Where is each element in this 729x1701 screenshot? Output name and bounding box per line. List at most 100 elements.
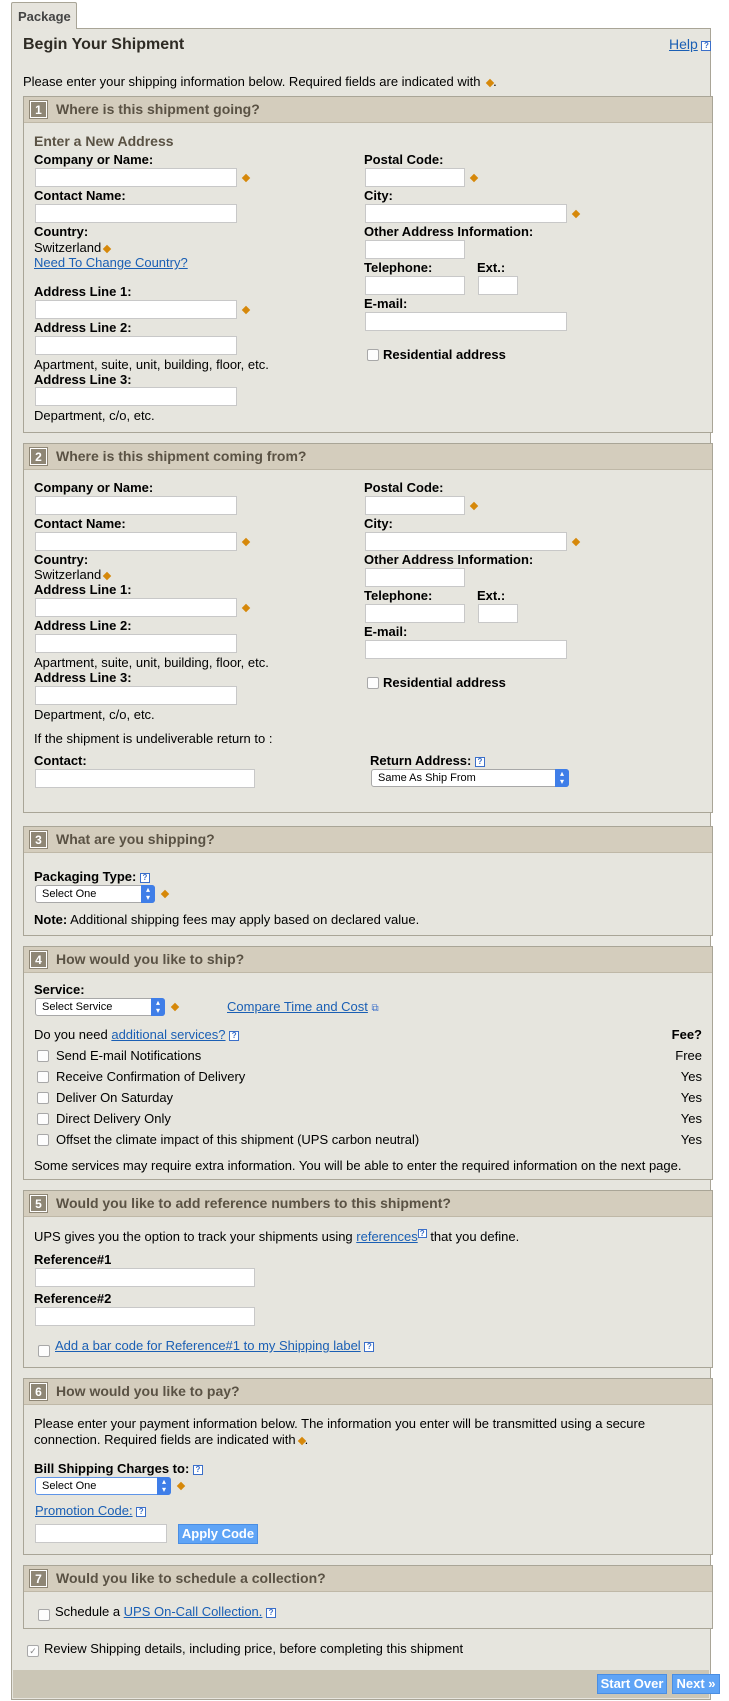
residential-checkbox[interactable] <box>367 349 379 361</box>
help-label[interactable]: Help <box>669 36 698 52</box>
postal-input[interactable] <box>365 168 465 187</box>
option-checkbox[interactable] <box>37 1092 49 1104</box>
help-icon[interactable]: ? <box>139 872 150 883</box>
packaging-value: Select One <box>42 888 97 900</box>
declared-value-note: Note: Additional shipping fees may apply… <box>34 912 419 927</box>
need-prefix: Do you need <box>34 1027 112 1042</box>
section-title: What are you shipping? <box>56 831 215 847</box>
compare-link[interactable]: Compare Time and Cost <box>227 999 368 1014</box>
promo-code-input[interactable] <box>35 1524 167 1543</box>
chevron-updown-icon: ▴ ▾ <box>151 998 165 1016</box>
reference1-input[interactable] <box>35 1268 255 1287</box>
email-input[interactable] <box>365 640 567 659</box>
contact-label: Contact Name: <box>34 188 126 203</box>
compare-time-cost[interactable]: Compare Time and Cost ⧉ <box>227 999 379 1014</box>
other-info-input[interactable] <box>365 568 465 587</box>
barcode-option: Add a bar code for Reference#1 to my Shi… <box>55 1338 375 1353</box>
return-contact-label: Contact: <box>34 753 87 768</box>
country-text: Switzerland <box>34 240 102 255</box>
address1-label: Address Line 1: <box>34 284 132 299</box>
country-text: Switzerland <box>34 567 102 582</box>
packaging-select[interactable]: Select One ▴ ▾ <box>35 885 155 903</box>
start-over-button[interactable]: Start Over <box>597 1674 667 1694</box>
address3-hint: Department, c/o, etc. <box>34 408 155 423</box>
option-fee: Yes <box>680 1069 702 1084</box>
help-icon[interactable]: ? <box>192 1464 203 1475</box>
other-info-input[interactable] <box>365 240 465 259</box>
option-label: Receive Confirmation of Delivery <box>56 1069 246 1084</box>
help-icon[interactable]: ? <box>364 1341 375 1352</box>
option-checkbox[interactable] <box>37 1071 49 1083</box>
section-title: Would you like to add reference numbers … <box>56 1195 451 1211</box>
company-input[interactable] <box>35 496 237 515</box>
section-title: How would you like to ship? <box>56 951 245 967</box>
help-icon[interactable]: ? <box>266 1607 277 1618</box>
help-icon[interactable]: ? <box>136 1506 147 1517</box>
postal-input[interactable] <box>365 496 465 515</box>
references-intro: UPS gives you the option to track your s… <box>34 1229 519 1244</box>
city-input[interactable] <box>365 204 567 223</box>
return-contact-input[interactable] <box>35 769 255 788</box>
intro-suffix: that you define. <box>426 1229 520 1244</box>
next-button[interactable]: Next » <box>672 1674 720 1694</box>
reference1-label: Reference#1 <box>34 1252 112 1267</box>
address1-input[interactable] <box>35 598 237 617</box>
collection-option: Schedule a UPS On-Call Collection. ? <box>55 1604 277 1619</box>
telephone-input[interactable] <box>365 276 465 295</box>
telephone-input[interactable] <box>365 604 465 623</box>
section-collection: 7 Would you like to schedule a collectio… <box>23 1565 713 1629</box>
help-icon[interactable]: ? <box>229 1030 240 1041</box>
return-address-label-group: Return Address: ? <box>370 753 485 768</box>
promo-link[interactable]: Promotion Code: <box>35 1503 133 1518</box>
option-checkbox[interactable] <box>37 1113 49 1125</box>
contact-input[interactable] <box>35 204 237 223</box>
email-input[interactable] <box>365 312 567 331</box>
help-link[interactable]: Help ? <box>669 36 712 52</box>
references-link[interactable]: references <box>356 1229 417 1244</box>
required-diamond-icon <box>102 571 112 580</box>
return-address-value: Same As Ship From <box>378 772 476 784</box>
address2-input[interactable] <box>35 336 237 355</box>
address3-input[interactable] <box>35 686 237 705</box>
address3-label: Address Line 3: <box>34 670 132 685</box>
ext-input[interactable] <box>478 604 518 623</box>
section-title: How would you like to pay? <box>56 1383 240 1399</box>
ext-input[interactable] <box>478 276 518 295</box>
company-input[interactable] <box>35 168 237 187</box>
return-address-select[interactable]: Same As Ship From ▴ ▾ <box>371 769 569 787</box>
option-checkbox[interactable] <box>37 1050 49 1062</box>
address3-input[interactable] <box>35 387 237 406</box>
address2-input[interactable] <box>35 634 237 653</box>
next-label: Next <box>676 1676 705 1691</box>
city-input[interactable] <box>365 532 567 551</box>
contact-input[interactable] <box>35 532 237 551</box>
help-icon[interactable]: ? <box>417 1229 427 1238</box>
residential-checkbox[interactable] <box>367 677 379 689</box>
service-select[interactable]: Select Service ▴ ▾ <box>35 998 165 1016</box>
chevron-updown-icon: ▴ ▾ <box>157 1477 171 1495</box>
apply-code-button[interactable]: Apply Code <box>178 1524 258 1544</box>
option-label: Offset the climate impact of this shipme… <box>56 1132 420 1147</box>
city-label: City: <box>364 516 393 531</box>
section-number: 1 <box>29 100 48 119</box>
address2-hint: Apartment, suite, unit, building, floor,… <box>34 655 269 670</box>
help-icon[interactable]: ? <box>475 756 485 767</box>
additional-services-link[interactable]: additional services? <box>111 1027 225 1042</box>
barcode-checkbox[interactable] <box>38 1345 50 1357</box>
change-country-link[interactable]: Need To Change Country? <box>34 255 188 270</box>
reference2-input[interactable] <box>35 1307 255 1326</box>
collection-checkbox[interactable] <box>38 1609 50 1621</box>
bill-to-select[interactable]: Select One ▴ ▾ <box>35 1477 171 1495</box>
undeliverable-text: If the shipment is undeliverable return … <box>34 731 273 746</box>
telephone-label: Telephone: <box>364 260 433 275</box>
return-address-label: Return Address: <box>370 753 472 768</box>
option-checkbox[interactable] <box>37 1134 49 1146</box>
barcode-link[interactable]: Add a bar code for Reference#1 to my Shi… <box>55 1338 361 1353</box>
address1-input[interactable] <box>35 300 237 319</box>
address2-label: Address Line 2: <box>34 320 132 335</box>
tab-package[interactable]: Package <box>11 2 77 29</box>
payment-intro-line2: connection. Required fields are indicate… <box>34 1432 308 1447</box>
review-checkbox[interactable]: ✓ <box>27 1645 39 1657</box>
option-label: Deliver On Saturday <box>56 1090 174 1105</box>
on-call-collection-link[interactable]: UPS On-Call Collection. <box>124 1604 263 1619</box>
